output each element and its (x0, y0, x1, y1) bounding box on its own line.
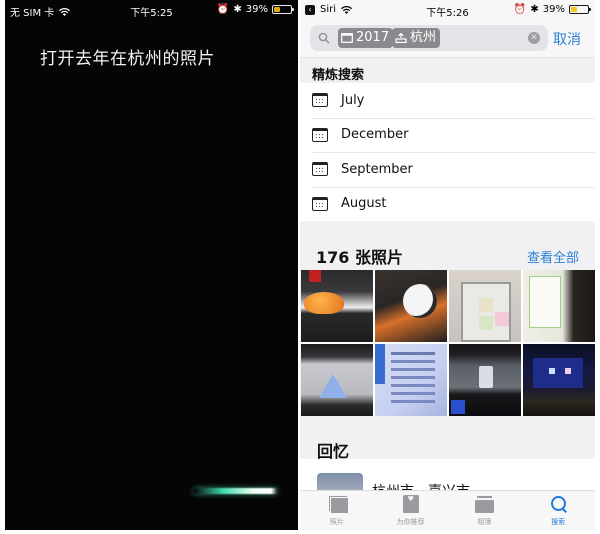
battery-icon (569, 5, 591, 14)
tab-bar: 照片 为你推荐 相簿 搜索 (300, 490, 595, 530)
tab-label: 搜索 (551, 518, 566, 526)
battery-icon (272, 5, 294, 14)
refine-item-label: August (341, 196, 387, 212)
memories-section-header: 回忆 (300, 430, 595, 461)
search-icon (318, 32, 330, 44)
photo-thumbnail[interactable] (301, 270, 373, 342)
refine-item-july[interactable]: July (300, 83, 595, 118)
tab-search[interactable]: 搜索 (521, 491, 595, 530)
tab-label: 为你推荐 (396, 518, 425, 526)
photo-thumbnail[interactable] (449, 344, 521, 416)
siri-screen: 无 SIM 卡 下午5:25 ⏰ ✱ 39% 打开去年在杭州的照片 (5, 0, 298, 530)
refine-item-august[interactable]: August (300, 186, 595, 222)
calendar-icon (312, 162, 328, 177)
location-icon (395, 33, 407, 43)
photo-grid (301, 270, 595, 416)
tab-photos[interactable]: 照片 (300, 491, 374, 530)
search-token-year[interactable]: 2017 (338, 28, 394, 48)
refine-search-list: July December September August (300, 83, 595, 221)
bluetooth-icon: ✱ (233, 4, 242, 15)
photos-icon (326, 495, 348, 515)
photo-thumbnail[interactable] (523, 344, 595, 416)
refine-item-label: December (341, 127, 409, 143)
refine-item-december[interactable]: December (300, 117, 595, 153)
tab-for-you[interactable]: 为你推荐 (374, 491, 448, 530)
battery-percent: 39% (245, 4, 268, 15)
siri-waveform-icon[interactable] (193, 488, 278, 494)
alarm-icon: ⏰ (216, 4, 230, 15)
photos-section-header: 176 张照片 查看全部 (300, 238, 595, 270)
calendar-icon (312, 127, 328, 142)
photo-thumbnail[interactable] (375, 344, 447, 416)
refine-item-september[interactable]: September (300, 152, 595, 187)
status-bar: ‹ Siri 下午5:26 ⏰ ✱ 39% (300, 0, 595, 20)
status-bar: 无 SIM 卡 下午5:25 ⏰ ✱ 39% (5, 0, 298, 20)
photos-search-screen: ‹ Siri 下午5:26 ⏰ ✱ 39% 2017 杭州 ✕ 取消 精炼搜索 (300, 0, 595, 530)
calendar-icon (312, 196, 328, 211)
siri-query-text: 打开去年在杭州的照片 (40, 49, 215, 69)
tab-label: 相簿 (477, 518, 492, 526)
calendar-icon (341, 33, 353, 43)
refine-item-label: July (341, 92, 365, 108)
refine-item-label: September (341, 161, 413, 177)
for-you-icon (400, 495, 422, 515)
bluetooth-icon: ✱ (530, 4, 539, 15)
clear-search-icon[interactable]: ✕ (528, 32, 540, 44)
search-token-label: 杭州 (410, 30, 437, 45)
search-token-label: 2017 (356, 30, 390, 45)
photo-count-title: 176 张照片 (316, 248, 403, 267)
photo-thumbnail[interactable] (301, 344, 373, 416)
search-bar-row: 2017 杭州 ✕ 取消 (300, 20, 595, 58)
search-icon (547, 495, 569, 515)
photo-thumbnail[interactable] (375, 270, 447, 342)
calendar-icon (312, 93, 328, 108)
alarm-icon: ⏰ (513, 4, 527, 15)
photo-thumbnail[interactable] (523, 270, 595, 342)
refine-search-header: 精炼搜索 (312, 68, 365, 83)
search-input[interactable]: 2017 杭州 ✕ (310, 25, 548, 51)
tab-albums[interactable]: 相簿 (448, 491, 522, 530)
battery-percent: 39% (542, 4, 565, 15)
cancel-button[interactable]: 取消 (553, 29, 581, 49)
tab-label: 照片 (329, 518, 344, 526)
search-token-place[interactable]: 杭州 (392, 28, 441, 48)
albums-icon (473, 495, 495, 515)
see-all-button[interactable]: 查看全部 (527, 247, 579, 266)
photo-thumbnail[interactable] (449, 270, 521, 342)
